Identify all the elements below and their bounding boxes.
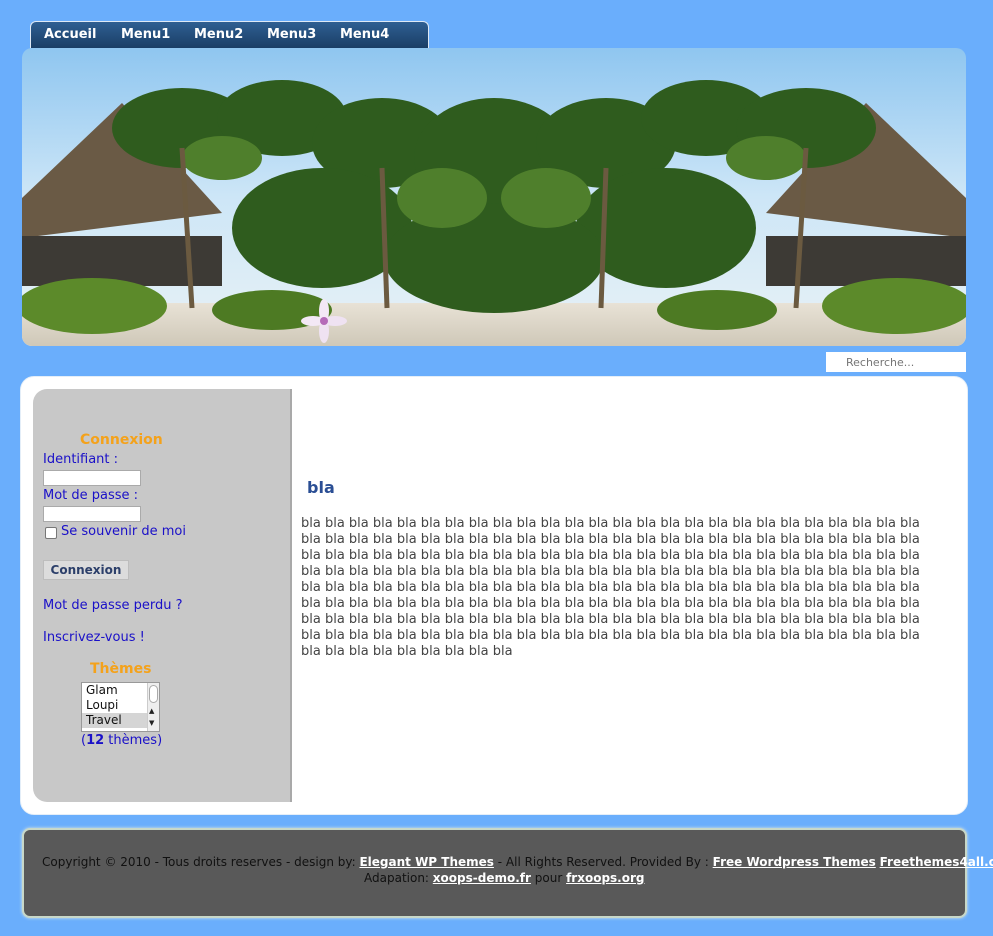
login-button[interactable]: Connexion — [43, 560, 129, 580]
username-field[interactable] — [43, 470, 141, 486]
scroll-thumb[interactable] — [149, 685, 158, 703]
themes-count-suffix: thèmes) — [104, 733, 163, 748]
footer-link-xoops-demo[interactable]: xoops-demo.fr — [433, 871, 531, 885]
password-label: Mot de passe : — [43, 488, 139, 503]
search-input[interactable] — [826, 352, 966, 372]
sidebar — [33, 389, 292, 802]
footer-line-2: Adapation: xoops-demo.fr pour frxoops.or… — [364, 871, 645, 885]
login-block-title: Connexion — [80, 432, 163, 448]
themes-count-number: 12 — [86, 733, 105, 748]
footer-link-elegant-wp-themes[interactable]: Elegant WP Themes — [359, 855, 493, 869]
footer-pour: pour — [534, 871, 563, 885]
footer-link-freethemes4all[interactable]: Freethemes4all.com — [880, 855, 993, 869]
footer-link-free-wordpress-themes[interactable]: Free Wordpress Themes — [713, 855, 876, 869]
footer-adaptation-label: Adapation: — [364, 871, 429, 885]
remember-me-label: Se souvenir de moi — [61, 524, 186, 539]
content-body: bla bla bla bla bla bla bla bla bla bla … — [301, 516, 920, 659]
themes-block-title: Thèmes — [90, 661, 152, 677]
nav-item-menu1[interactable]: Menu1 — [121, 27, 170, 42]
footer-line-1: Copyright © 2010 - Tous droits reserves … — [42, 855, 993, 869]
nav-item-accueil[interactable]: Accueil — [44, 27, 96, 42]
scroll-up-arrow-icon[interactable]: ▲ — [149, 707, 154, 715]
header-banner-image — [22, 48, 966, 346]
footer-link-frxoops[interactable]: frxoops.org — [566, 871, 644, 885]
remember-me-checkbox[interactable] — [45, 527, 57, 539]
nav-item-menu3[interactable]: Menu3 — [267, 27, 316, 42]
themes-count[interactable]: (12 thèmes) — [81, 733, 162, 748]
register-link[interactable]: Inscrivez-vous ! — [43, 630, 145, 645]
top-nav: Accueil Menu1 Menu2 Menu3 Menu4 — [30, 21, 429, 48]
footer-rights: - All Rights Reserved. Provided By : — [493, 855, 709, 869]
themes-select[interactable]: Glam Loupi Travel ▲ ▼ — [81, 682, 160, 732]
password-field[interactable] — [43, 506, 141, 522]
scroll-down-arrow-icon[interactable]: ▼ — [149, 719, 154, 727]
content-title: bla — [307, 478, 335, 497]
nav-item-menu2[interactable]: Menu2 — [194, 27, 243, 42]
lost-password-link[interactable]: Mot de passe perdu ? — [43, 598, 183, 613]
footer-copyright: Copyright © 2010 - Tous droits reserves … — [42, 855, 356, 869]
themes-scrollbar[interactable]: ▲ ▼ — [147, 683, 159, 731]
footer: Copyright © 2010 - Tous droits reserves … — [22, 828, 993, 918]
nav-item-menu4[interactable]: Menu4 — [340, 27, 389, 42]
username-label: Identifiant : — [43, 452, 119, 467]
